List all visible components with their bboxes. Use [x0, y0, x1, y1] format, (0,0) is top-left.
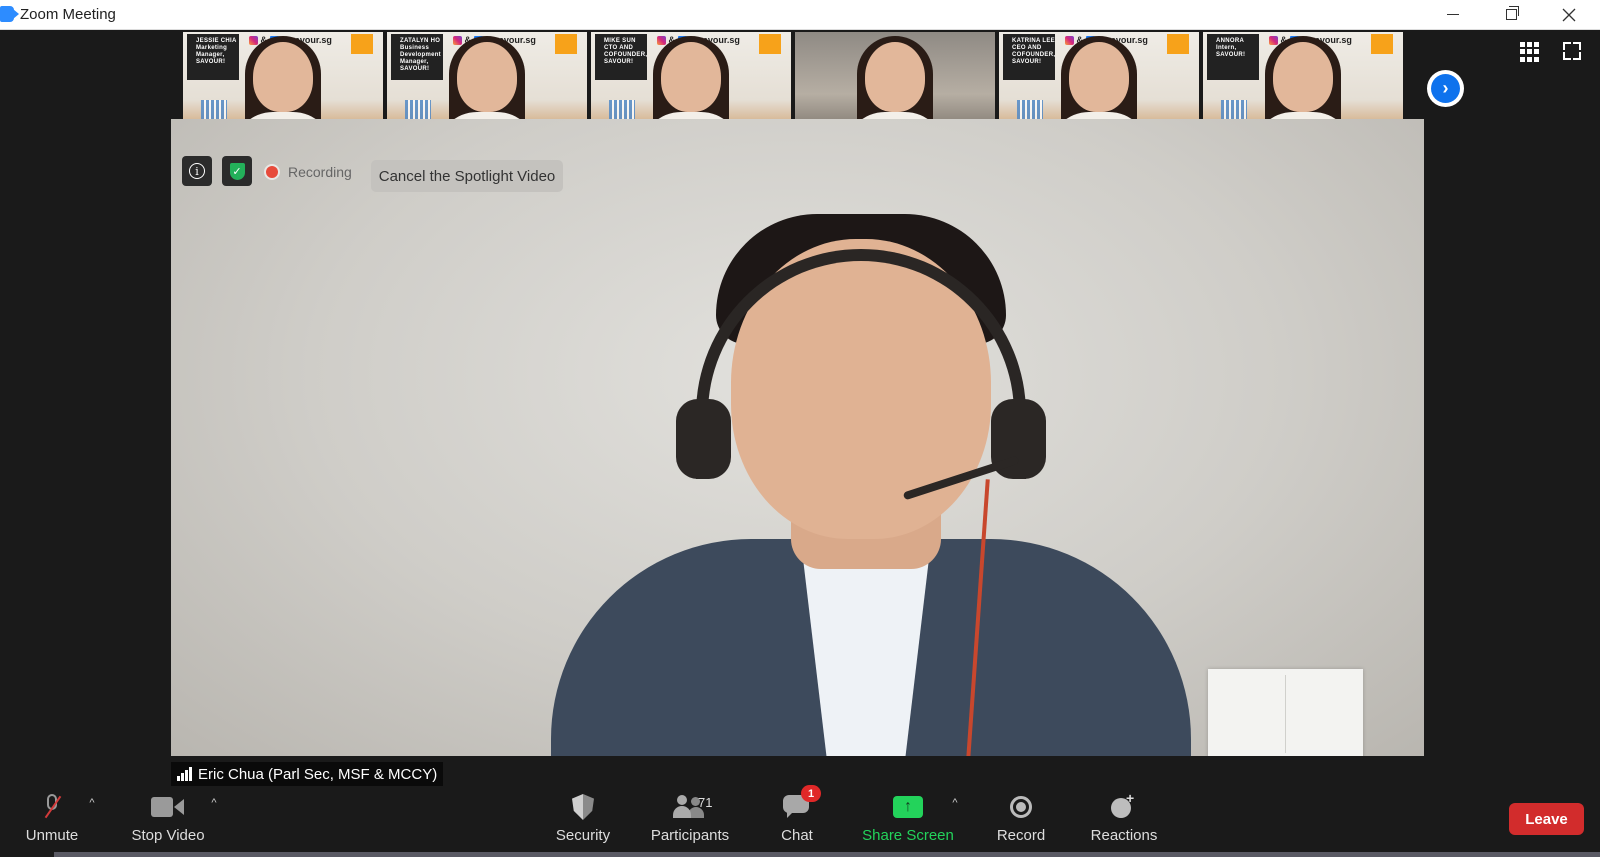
window-title: Zoom Meeting	[20, 6, 116, 23]
name-banner: ZATALYN HO Business Development Manager,…	[391, 34, 443, 80]
shield-icon	[572, 794, 594, 820]
name-banner: JESSIE CHIA Marketing Manager, SAVOUR!	[187, 34, 239, 80]
maximize-button[interactable]	[1488, 0, 1534, 29]
record-dot-icon	[266, 166, 278, 178]
share-screen-arrow-icon: ↑	[893, 796, 923, 818]
muted-mic-icon	[44, 794, 60, 820]
zoom-logo-icon	[0, 6, 19, 22]
instagram-icon	[1065, 36, 1074, 46]
participants-label: Participants	[650, 827, 730, 844]
chevron-right-icon: ›	[1431, 74, 1460, 103]
instagram-icon	[657, 36, 666, 46]
record-label: Record	[996, 827, 1046, 844]
gallery-view-icon[interactable]	[1520, 42, 1540, 62]
chat-button[interactable]: 1 Chat	[770, 785, 824, 857]
savour-logo	[555, 34, 577, 54]
share-options-caret[interactable]: ^	[949, 797, 961, 809]
next-page-button[interactable]: ›	[1427, 70, 1464, 107]
signal-strength-icon	[177, 767, 192, 781]
stop-video-label: Stop Video	[131, 827, 205, 844]
instagram-icon	[249, 36, 258, 46]
share-screen-button[interactable]: ↑ Share Screen	[862, 787, 954, 857]
reactions-button[interactable]: + Reactions	[1085, 787, 1163, 857]
savour-logo	[351, 34, 373, 54]
name-banner: KATRINA LEE CEO AND COFOUNDER, SAVOUR!	[1003, 34, 1055, 80]
record-button[interactable]: Record	[990, 787, 1052, 857]
chat-unread-badge: 1	[801, 785, 821, 802]
banner-text: JESSIE CHIA Marketing Manager, SAVOUR!	[196, 38, 237, 65]
name-banner: MIKE SUN CTO AND COFOUNDER, SAVOUR!	[595, 34, 647, 80]
leave-button[interactable]: Leave	[1509, 803, 1584, 835]
banner-text: ANNORA Intern, SAVOUR!	[1216, 38, 1246, 58]
taskbar-strip	[54, 852, 1600, 857]
headset-earcup-left	[676, 399, 731, 479]
share-screen-label: Share Screen	[862, 827, 954, 844]
fullscreen-icon[interactable]	[1563, 42, 1581, 60]
instagram-icon	[1269, 36, 1278, 46]
instagram-icon	[453, 36, 462, 46]
savour-logo	[759, 34, 781, 54]
participant-face	[661, 42, 721, 112]
chat-label: Chat	[781, 827, 813, 844]
speaker-name-tag: Eric Chua (Parl Sec, MSF & MCCY)	[171, 762, 444, 786]
banner-text: KATRINA LEE CEO AND COFOUNDER, SAVOUR!	[1012, 38, 1056, 65]
participant-face	[1273, 42, 1333, 112]
participant-face	[865, 42, 925, 112]
banner-text: ZATALYN HO Business Development Manager,…	[400, 38, 441, 72]
title-bar: Zoom Meeting	[0, 0, 1600, 30]
speaker-video	[171, 119, 1424, 756]
minimize-icon	[1447, 14, 1459, 15]
recording-label: Recording	[288, 164, 352, 180]
speaker-name: Eric Chua (Parl Sec, MSF & MCCY)	[198, 765, 438, 783]
participants-count: 71	[698, 795, 713, 810]
cancel-spotlight-button[interactable]: Cancel the Spotlight Video	[371, 160, 563, 192]
shield-check-icon: ✓	[229, 162, 245, 180]
close-button[interactable]	[1546, 0, 1592, 29]
video-camera-icon	[151, 797, 185, 817]
close-icon	[1562, 8, 1576, 21]
recording-indicator[interactable]: Recording	[266, 160, 352, 184]
wall-switch	[1208, 669, 1363, 756]
banner-text: MIKE SUN CTO AND COFOUNDER, SAVOUR!	[604, 38, 648, 65]
participant-face	[457, 42, 517, 112]
info-icon: i	[189, 163, 205, 179]
participant-face	[253, 42, 313, 112]
stop-video-button[interactable]: Stop Video	[125, 787, 211, 857]
savour-logo	[1167, 34, 1189, 54]
savour-logo	[1371, 34, 1393, 54]
meeting-info-button[interactable]: i	[182, 156, 212, 186]
unmute-button[interactable]: Unmute	[20, 787, 84, 857]
encryption-button[interactable]: ✓	[222, 156, 252, 186]
reactions-label: Reactions	[1090, 827, 1158, 844]
minimize-button[interactable]	[1430, 0, 1476, 29]
restore-icon	[1505, 6, 1519, 20]
emoji-add-icon: +	[1111, 790, 1137, 820]
security-button[interactable]: Security	[548, 787, 618, 857]
participants-button[interactable]: 71 Participants	[645, 787, 735, 857]
audio-options-caret[interactable]: ^	[86, 797, 98, 809]
name-banner: ANNORA Intern, SAVOUR!	[1207, 34, 1259, 80]
record-icon	[1010, 796, 1032, 818]
participant-face	[1069, 42, 1129, 112]
meeting-toolbar: Unmute ^ Stop Video ^ Security 71 Partic…	[0, 785, 1600, 857]
video-options-caret[interactable]: ^	[208, 797, 220, 809]
security-label: Security	[555, 827, 611, 844]
unmute-label: Unmute	[25, 827, 79, 844]
